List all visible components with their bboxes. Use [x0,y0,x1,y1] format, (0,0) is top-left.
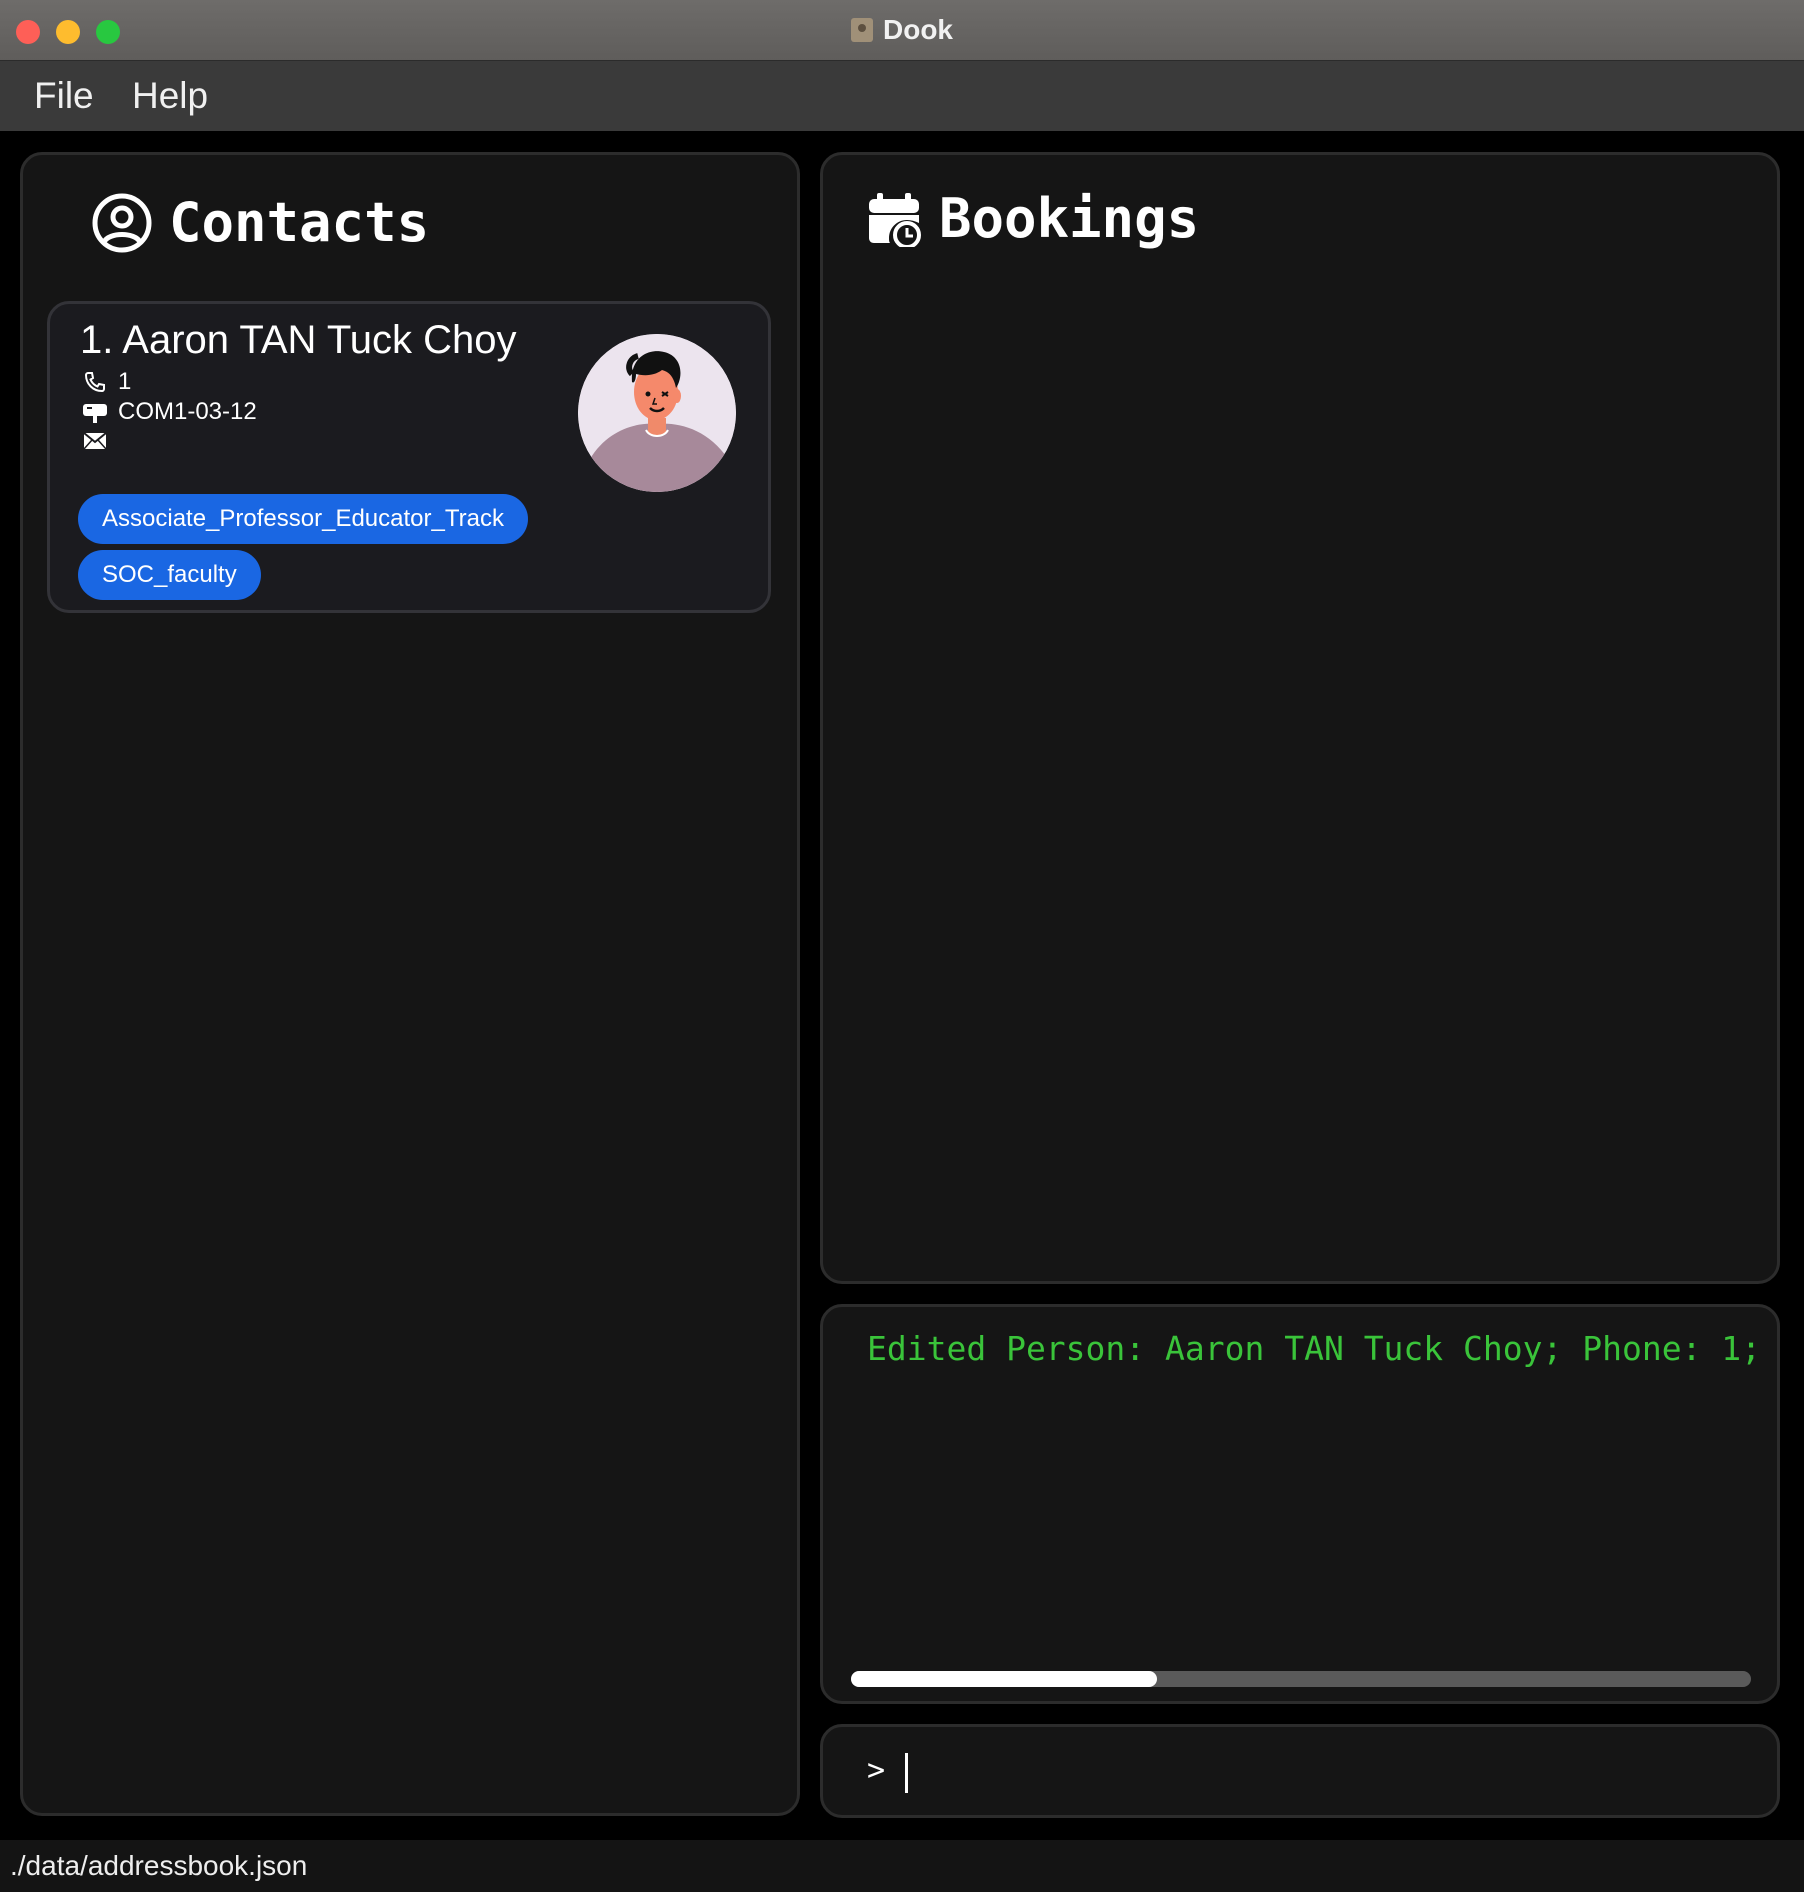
contact-card[interactable]: 1. Aaron TAN Tuck Choy 1 COM1-03-12 Asso… [47,301,771,613]
person-avatar [578,334,736,492]
phone-icon [82,369,108,395]
user-circle-icon [92,193,152,252]
menu-help[interactable]: Help [132,75,208,117]
contact-phone-row: 1 [82,368,131,396]
contact-address-row: COM1-03-12 [82,398,257,426]
tag-associate-professor[interactable]: Associate_Professor_Educator_Track [78,494,528,544]
contact-tags: Associate_Professor_Educator_Track SOC_f… [78,494,528,600]
command-prompt: > [867,1753,886,1788]
contacts-title: Contacts [169,191,430,254]
mailbox-icon [82,399,108,425]
calendar-clock-icon [869,192,921,247]
contact-address: COM1-03-12 [118,398,257,425]
bookings-heading: Bookings [867,187,1199,250]
horizontal-scrollbar[interactable] [851,1671,1751,1687]
bookings-title: Bookings [939,187,1200,250]
result-message: Edited Person: Aaron TAN Tuck Choy; Phon… [867,1329,1762,1368]
status-bar: ./data/addressbook.json [0,1840,1804,1892]
data-file-path: ./data/addressbook.json [10,1850,308,1881]
app-window: Dook File Help Contacts 1. Aaron TAN Tuc… [0,0,1804,1892]
command-box: > [820,1724,1780,1818]
app-icon [851,18,873,42]
contacts-heading: Contacts [91,191,429,254]
menu-bar: File Help [0,61,1804,131]
envelope-icon [82,428,108,454]
menu-file[interactable]: File [34,75,94,117]
result-display-panel: Edited Person: Aaron TAN Tuck Choy; Phon… [820,1304,1780,1704]
window-title-wrap: Dook [0,0,1804,60]
scrollbar-thumb[interactable] [851,1671,1157,1687]
tag-soc-faculty[interactable]: SOC_faculty [78,550,261,600]
contacts-panel: Contacts 1. Aaron TAN Tuck Choy 1 COM1-0… [20,152,800,1816]
command-input[interactable] [905,1745,1749,1797]
bookings-panel: Bookings [820,152,1780,1284]
contact-email-row [82,428,118,454]
window-title: Dook [883,14,953,45]
title-bar: Dook [0,0,1804,61]
contact-phone: 1 [118,368,132,395]
contact-name: 1. Aaron TAN Tuck Choy [80,318,517,362]
